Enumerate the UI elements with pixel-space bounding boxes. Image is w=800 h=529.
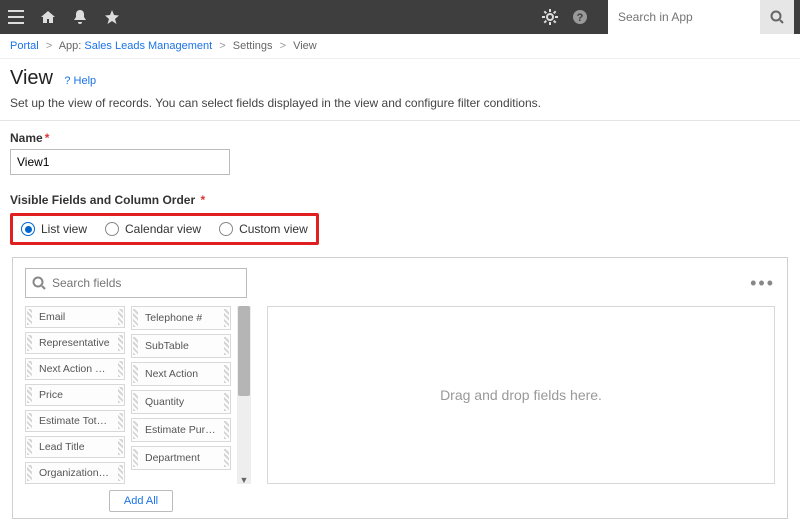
field-chip[interactable]: Estimate Total Sales <box>25 410 125 432</box>
name-label: Name* <box>10 131 790 145</box>
field-chip-label: Telephone # <box>145 312 202 324</box>
field-chip[interactable]: Telephone # <box>131 306 231 330</box>
page-title: View <box>10 67 53 90</box>
field-chip-label: SubTable <box>145 340 189 352</box>
radio-circle-icon <box>105 222 119 236</box>
bell-icon[interactable] <box>70 7 90 27</box>
search-icon <box>770 10 784 24</box>
scroll-down-icon[interactable]: ▼ <box>237 474 251 484</box>
field-designer-panel: ••• Email Representative Next Action Date P… <box>12 257 788 519</box>
topbar-right: ? <box>540 0 794 34</box>
field-chip-label: Email <box>39 311 65 323</box>
field-chip[interactable]: Next Action <box>131 362 231 386</box>
field-chip[interactable]: Estimate Purchase D... <box>131 418 231 442</box>
breadcrumb-sep: > <box>46 40 52 52</box>
add-all-button[interactable]: Add All <box>109 490 173 512</box>
radio-circle-icon <box>219 222 233 236</box>
radio-calendar-view[interactable]: Calendar view <box>105 222 201 236</box>
radio-custom-view[interactable]: Custom view <box>219 222 308 236</box>
required-asterisk: * <box>45 131 50 145</box>
home-icon[interactable] <box>38 7 58 27</box>
field-chip-label: Lead Title <box>39 441 85 453</box>
star-icon[interactable] <box>102 7 122 27</box>
field-chip-label: Estimate Purchase D... <box>145 424 217 436</box>
breadcrumb-app-prefix: App: <box>59 40 82 52</box>
radio-label: List view <box>41 222 87 236</box>
search-fields-box <box>25 268 247 298</box>
scroll-thumb[interactable] <box>238 306 250 396</box>
name-input[interactable] <box>10 149 230 175</box>
field-chip[interactable]: Organization Name <box>25 462 125 484</box>
app-search <box>608 0 794 34</box>
field-chip[interactable]: Email <box>25 306 125 328</box>
help-icon[interactable]: ? <box>570 7 590 27</box>
field-chip[interactable]: Price <box>25 384 125 406</box>
field-chip[interactable]: Lead Title <box>25 436 125 458</box>
app-search-button[interactable] <box>760 0 794 34</box>
svg-text:?: ? <box>577 12 584 24</box>
field-chip-label: Next Action <box>145 368 198 380</box>
field-chip-label: Next Action Date <box>39 363 111 375</box>
fields-scrollbar[interactable]: ▲ ▼ <box>237 306 251 484</box>
gear-icon[interactable] <box>540 7 560 27</box>
radio-list-view[interactable]: List view <box>21 222 87 236</box>
form-area: Name* Visible Fields and Column Order * … <box>0 121 800 529</box>
menu-icon[interactable] <box>6 7 26 27</box>
breadcrumb: Portal > App: Sales Leads Management > S… <box>0 34 800 59</box>
field-chip-label: Estimate Total Sales <box>39 415 111 427</box>
field-chip[interactable]: Representative <box>25 332 125 354</box>
field-chip[interactable]: Quantity <box>131 390 231 414</box>
breadcrumb-app-link[interactable]: Sales Leads Management <box>84 40 212 52</box>
field-chip[interactable]: SubTable <box>131 334 231 358</box>
breadcrumb-sep: > <box>219 40 225 52</box>
app-search-input[interactable] <box>608 0 760 34</box>
page-header: View ? Help Set up the view of records. … <box>0 59 800 121</box>
search-icon <box>32 276 46 290</box>
help-link[interactable]: ? Help <box>64 75 96 87</box>
drop-zone-text: Drag and drop fields here. <box>440 387 602 403</box>
more-options-icon[interactable]: ••• <box>750 273 775 294</box>
view-type-radio-group: List view Calendar view Custom view <box>10 213 319 245</box>
breadcrumb-sep: > <box>280 40 286 52</box>
visible-fields-label: Visible Fields and Column Order * <box>10 193 790 207</box>
radio-label: Calendar view <box>125 222 201 236</box>
field-chip[interactable]: Department <box>131 446 231 470</box>
field-chip-label: Representative <box>39 337 110 349</box>
field-chip[interactable]: Next Action Date <box>25 358 125 380</box>
available-fields-list: Email Representative Next Action Date Price… <box>25 306 257 484</box>
radio-label: Custom view <box>239 222 308 236</box>
page-description: Set up the view of records. You can sele… <box>10 96 790 110</box>
search-fields-input[interactable] <box>52 276 240 290</box>
breadcrumb-portal[interactable]: Portal <box>10 40 39 52</box>
field-chip-label: Quantity <box>145 396 184 408</box>
field-chip-label: Department <box>145 452 200 464</box>
field-chip-label: Organization Name <box>39 467 111 479</box>
top-bar: ? <box>0 0 800 34</box>
breadcrumb-current: View <box>293 40 317 52</box>
field-chip-label: Price <box>39 389 63 401</box>
required-asterisk: * <box>197 193 205 207</box>
fields-drop-zone[interactable]: Drag and drop fields here. <box>267 306 775 484</box>
radio-circle-icon <box>21 222 35 236</box>
breadcrumb-settings: Settings <box>233 40 273 52</box>
topbar-left <box>6 7 122 27</box>
